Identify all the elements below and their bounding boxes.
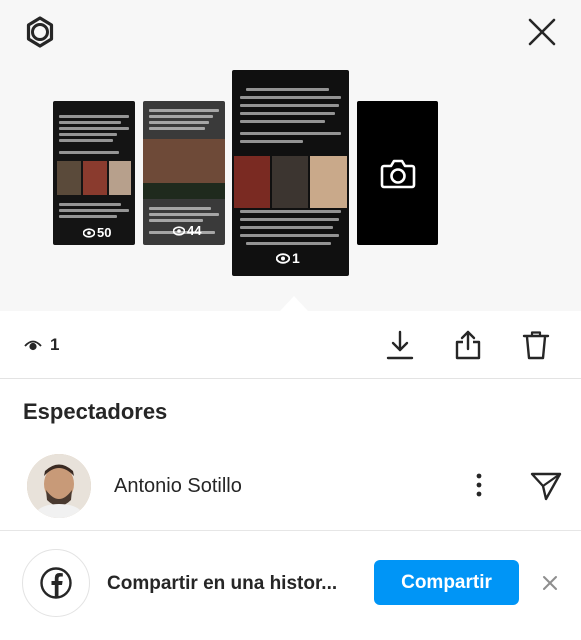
- settings-button[interactable]: [22, 14, 58, 50]
- story-text-line: [59, 151, 119, 154]
- story-photo: [109, 161, 131, 195]
- story-photo: [143, 183, 225, 199]
- story-text-line: [149, 121, 209, 124]
- story-text-line: [149, 213, 219, 216]
- divider: [0, 530, 581, 531]
- delete-button[interactable]: [516, 325, 556, 365]
- story-text-line: [149, 219, 203, 222]
- more-options-button[interactable]: [466, 470, 492, 500]
- add-story-thumbnail[interactable]: [357, 101, 438, 245]
- story-text-line: [240, 140, 303, 143]
- trash-icon: [522, 331, 550, 360]
- story-photo: [57, 161, 81, 195]
- story-photo: [234, 156, 270, 208]
- dismiss-share-button[interactable]: [535, 568, 565, 598]
- story-text-line: [59, 139, 113, 142]
- story-view-count: 1: [276, 250, 300, 266]
- eye-icon: [83, 227, 95, 238]
- story-text-line: [240, 96, 341, 99]
- story-text-line: [240, 210, 341, 213]
- story-text-line: [59, 121, 121, 124]
- story-view-count: 44: [173, 223, 201, 238]
- viewer-row[interactable]: Antonio Sotillo: [0, 450, 581, 520]
- close-icon: [543, 576, 557, 590]
- camera-icon: [380, 159, 415, 189]
- story-photo: [310, 156, 347, 208]
- story-text-line: [149, 115, 213, 118]
- more-vertical-icon: [476, 473, 482, 497]
- views-count: 1: [50, 335, 60, 354]
- viewer-name[interactable]: Antonio Sotillo: [114, 475, 242, 498]
- gear-icon: [26, 16, 54, 48]
- story-text-line: [240, 226, 333, 229]
- story-photo: [83, 161, 107, 195]
- story-text-line: [240, 234, 339, 237]
- story-text-line: [240, 132, 341, 135]
- send-message-button[interactable]: [528, 468, 564, 504]
- story-text-line: [59, 133, 117, 136]
- selected-story-pointer: [280, 296, 308, 311]
- story-text-line: [246, 88, 329, 91]
- story-view-count-value: 1: [292, 250, 300, 266]
- share-button[interactable]: [448, 325, 488, 365]
- story-thumbnail[interactable]: 50: [53, 101, 135, 245]
- close-button[interactable]: [522, 12, 562, 52]
- download-icon: [386, 330, 414, 360]
- story-toolbar: 1: [0, 311, 581, 379]
- story-text-line: [246, 242, 331, 245]
- story-photo: [272, 156, 308, 208]
- user-photo: [27, 454, 91, 518]
- close-icon: [528, 18, 556, 46]
- avatar[interactable]: [27, 454, 91, 518]
- eye-icon: [173, 225, 185, 236]
- story-text-line: [59, 215, 117, 218]
- story-text-line: [149, 109, 219, 112]
- facebook-icon: [40, 567, 72, 599]
- share-to-story-text: Compartir en una histor...: [107, 573, 338, 594]
- story-view-count: 50: [83, 225, 111, 240]
- story-carousel-area: 50 44 1: [0, 0, 581, 311]
- story-text-line: [149, 127, 205, 130]
- eye-icon: [276, 252, 290, 264]
- story-view-count-value: 50: [97, 225, 112, 240]
- story-text-line: [149, 207, 211, 210]
- story-viewers-screen: 50 44 1 1 Espectadores Antonio Sotillo C…: [0, 0, 581, 640]
- viewers-title: Espectadores: [23, 399, 168, 424]
- story-text-line: [240, 120, 325, 123]
- views-counter: 1: [24, 335, 59, 355]
- send-icon: [530, 472, 562, 501]
- story-view-count-value: 44: [187, 223, 202, 238]
- story-text-line: [59, 203, 121, 206]
- story-text-line: [59, 127, 129, 130]
- story-text-line: [240, 112, 335, 115]
- story-thumbnail[interactable]: 44: [143, 101, 225, 245]
- eye-icon: [24, 340, 42, 351]
- story-text-line: [240, 218, 339, 221]
- download-button[interactable]: [380, 325, 420, 365]
- story-text-line: [240, 104, 339, 107]
- story-text-line: [59, 209, 129, 212]
- share-icon: [455, 330, 481, 360]
- story-thumbnail-selected[interactable]: 1: [232, 70, 349, 276]
- story-text-line: [59, 115, 129, 118]
- facebook-logo-container: [22, 549, 90, 617]
- share-button-primary[interactable]: Compartir: [374, 560, 519, 605]
